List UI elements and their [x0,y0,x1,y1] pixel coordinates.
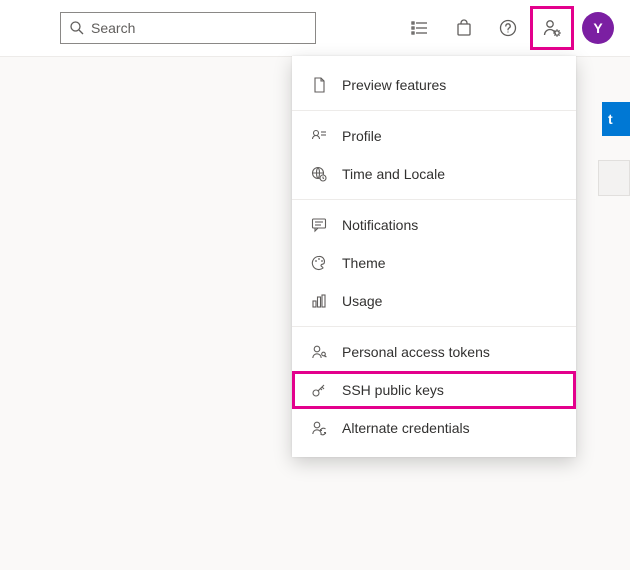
menu-item-label: Theme [342,255,386,271]
avatar[interactable]: Y [582,12,614,44]
menu-item-label: Notifications [342,217,418,233]
menu-preview-features[interactable]: Preview features [292,66,576,104]
document-sparkle-icon [310,76,328,94]
partial-panel [598,160,630,196]
user-settings-button[interactable] [530,6,574,50]
comment-icon [310,216,328,234]
menu-time-locale[interactable]: Time and Locale [292,155,576,193]
list-icon [411,19,429,37]
globe-clock-icon [310,165,328,183]
person-gear-icon [542,18,562,38]
palette-icon [310,254,328,272]
menu-profile[interactable]: Profile [292,117,576,155]
person-key-icon [310,343,328,361]
menu-item-label: Time and Locale [342,166,445,182]
bar-chart-icon [310,292,328,310]
partial-primary-button[interactable]: t [602,102,630,136]
search-box[interactable] [60,12,316,44]
menu-ssh-public-keys[interactable]: SSH public keys [292,371,576,409]
work-items-button[interactable] [398,6,442,50]
avatar-initial: Y [593,20,602,36]
menu-item-label: Personal access tokens [342,344,490,360]
menu-divider [292,326,576,327]
menu-divider [292,199,576,200]
menu-item-label: Profile [342,128,382,144]
person-card-icon [310,127,328,145]
menu-personal-access-tokens[interactable]: Personal access tokens [292,333,576,371]
help-button[interactable] [486,6,530,50]
search-icon [69,20,85,36]
menu-item-label: Preview features [342,77,446,93]
menu-item-label: Usage [342,293,382,309]
shopping-bag-icon [455,19,473,37]
marketplace-button[interactable] [442,6,486,50]
menu-item-label: SSH public keys [342,382,444,398]
help-icon [499,19,517,37]
partial-button-label: t [608,111,613,127]
menu-item-label: Alternate credentials [342,420,470,436]
menu-notifications[interactable]: Notifications [292,206,576,244]
person-sync-icon [310,419,328,437]
search-input[interactable] [91,20,307,36]
menu-divider [292,110,576,111]
user-settings-menu: Preview features Profile Time and Locale… [292,56,576,457]
header-icons: Y [398,6,614,50]
menu-alternate-credentials[interactable]: Alternate credentials [292,409,576,447]
menu-theme[interactable]: Theme [292,244,576,282]
menu-usage[interactable]: Usage [292,282,576,320]
header-bar: Y [0,0,630,56]
key-icon [310,381,328,399]
